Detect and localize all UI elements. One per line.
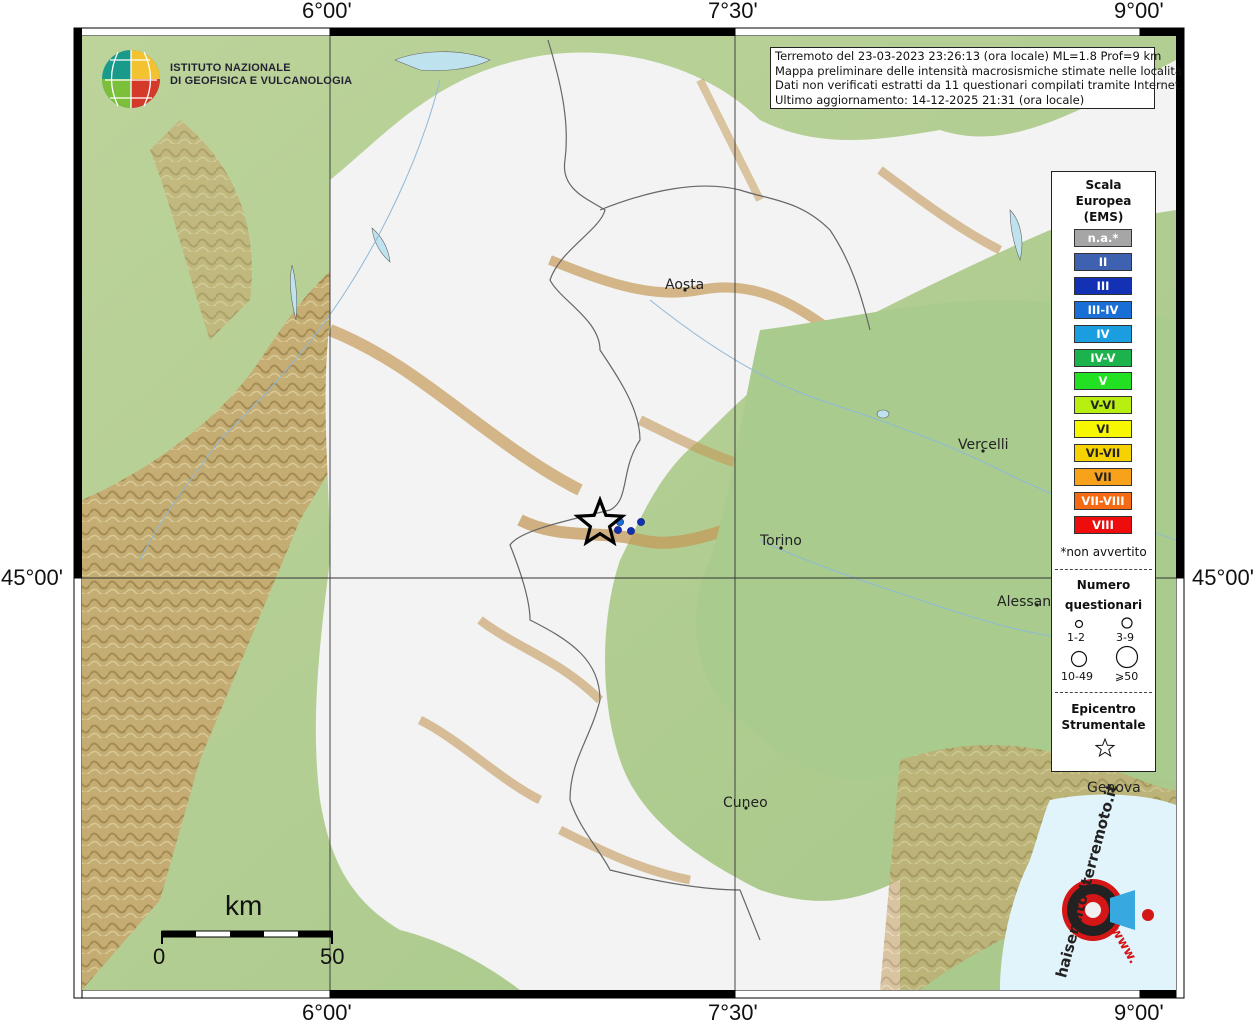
lon-label-top-6: 6°00' [302,0,352,23]
legend-swatch-v: V [1074,372,1132,391]
institute-line1: ISTITUTO NAZIONALE [170,62,291,74]
legend-swatch-v-vi: V-VI [1074,396,1132,415]
legend-swatch-vii-viii: VII-VIII [1074,491,1132,510]
scale-zero: 0 [153,944,166,969]
legend-divider-2 [1055,692,1152,693]
city-aosta: Aosta [665,277,705,293]
legend-swatch-iv: IV [1074,324,1132,343]
legend-count-title-1: Numero [1076,578,1131,592]
legend-epicenter-title-2: Strumentale [1061,718,1146,732]
institute-name: ISTITUTO NAZIONALE DI GEOFISICA E VULCAN… [170,62,352,88]
legend-star-icon [1095,738,1115,758]
event-info-line4: Ultimo aggiornamento: 14-12-2025 21:31 (… [775,92,1085,107]
legend-size-3-9: 3-9 [1116,631,1134,644]
legend-swatch-ii: II [1074,252,1132,271]
lon-label-bottom-6: 6°00' [302,1000,352,1025]
lon-label-bottom-730: 7°30' [708,1000,758,1025]
city-torino: Torino [760,533,802,549]
observation-point[interactable] [627,527,635,535]
legend-title-3: (EMS) [1083,210,1124,224]
legend-swatch-iv-v: IV-V [1074,348,1132,367]
legend-divider-1 [1055,569,1152,570]
city-vercelli: Vercelli [958,437,1009,453]
event-info-box: Terremoto del 23-03-2023 23:26:13 (ora l… [770,47,1184,109]
lat-label-right: 45°00' [1192,565,1254,590]
legend-title-2: Europea [1075,194,1132,208]
observation-point[interactable] [637,518,645,526]
ingv-logo-icon [102,50,160,108]
event-info-line2: Mappa preliminare delle intensità macros… [775,63,1182,78]
lon-label-bottom-9: 9°00' [1114,1000,1164,1025]
legend-swatch-vi: VI [1074,420,1132,439]
legend-swatch-vii: VII [1074,468,1132,486]
legend-title-1: Scala [1085,178,1122,192]
city-alessandria: Alessan [997,594,1052,610]
legend-swatch-vi-vii: VI-VII [1074,444,1132,463]
event-info-line1: Terremoto del 23-03-2023 23:26:13 (ora l… [775,49,1162,63]
lon-label-top-9: 9°00' [1114,0,1164,23]
legend-swatch-iii: III [1074,276,1132,295]
lat-label-left: 45°00' [1,565,63,590]
legend-swatch-iii-iv: III-IV [1074,300,1132,319]
scale-unit: km [225,890,263,921]
legend-size-1-2: 1-2 [1067,631,1085,644]
legend-not-felt: *non avvertito [1060,545,1147,559]
legend-size-10-49: 10-49 [1061,670,1093,683]
institute-line2: DI GEOFISICA E VULCANOLOGIA [170,75,353,87]
legend-swatch-viii: VIII [1074,515,1132,534]
legend-swatch-n-a: n.a.* [1074,229,1132,247]
intensity-legend: Scala Europea (EMS) n.a.* II III III-IV IV IV… [1051,171,1156,772]
legend-size-50-plus: ⩾50 [1115,670,1139,683]
lon-label-top-730: 7°30' [708,0,758,23]
city-cuneo: Cuneo [723,795,768,811]
terrain [82,36,1176,990]
legend-epicenter-title-1: Epicentro [1071,702,1136,716]
event-info-line3: Dati non verificati estratti da 11 quest… [775,78,1184,92]
scale-end: 50 [320,944,345,969]
observation-point[interactable] [614,526,622,534]
